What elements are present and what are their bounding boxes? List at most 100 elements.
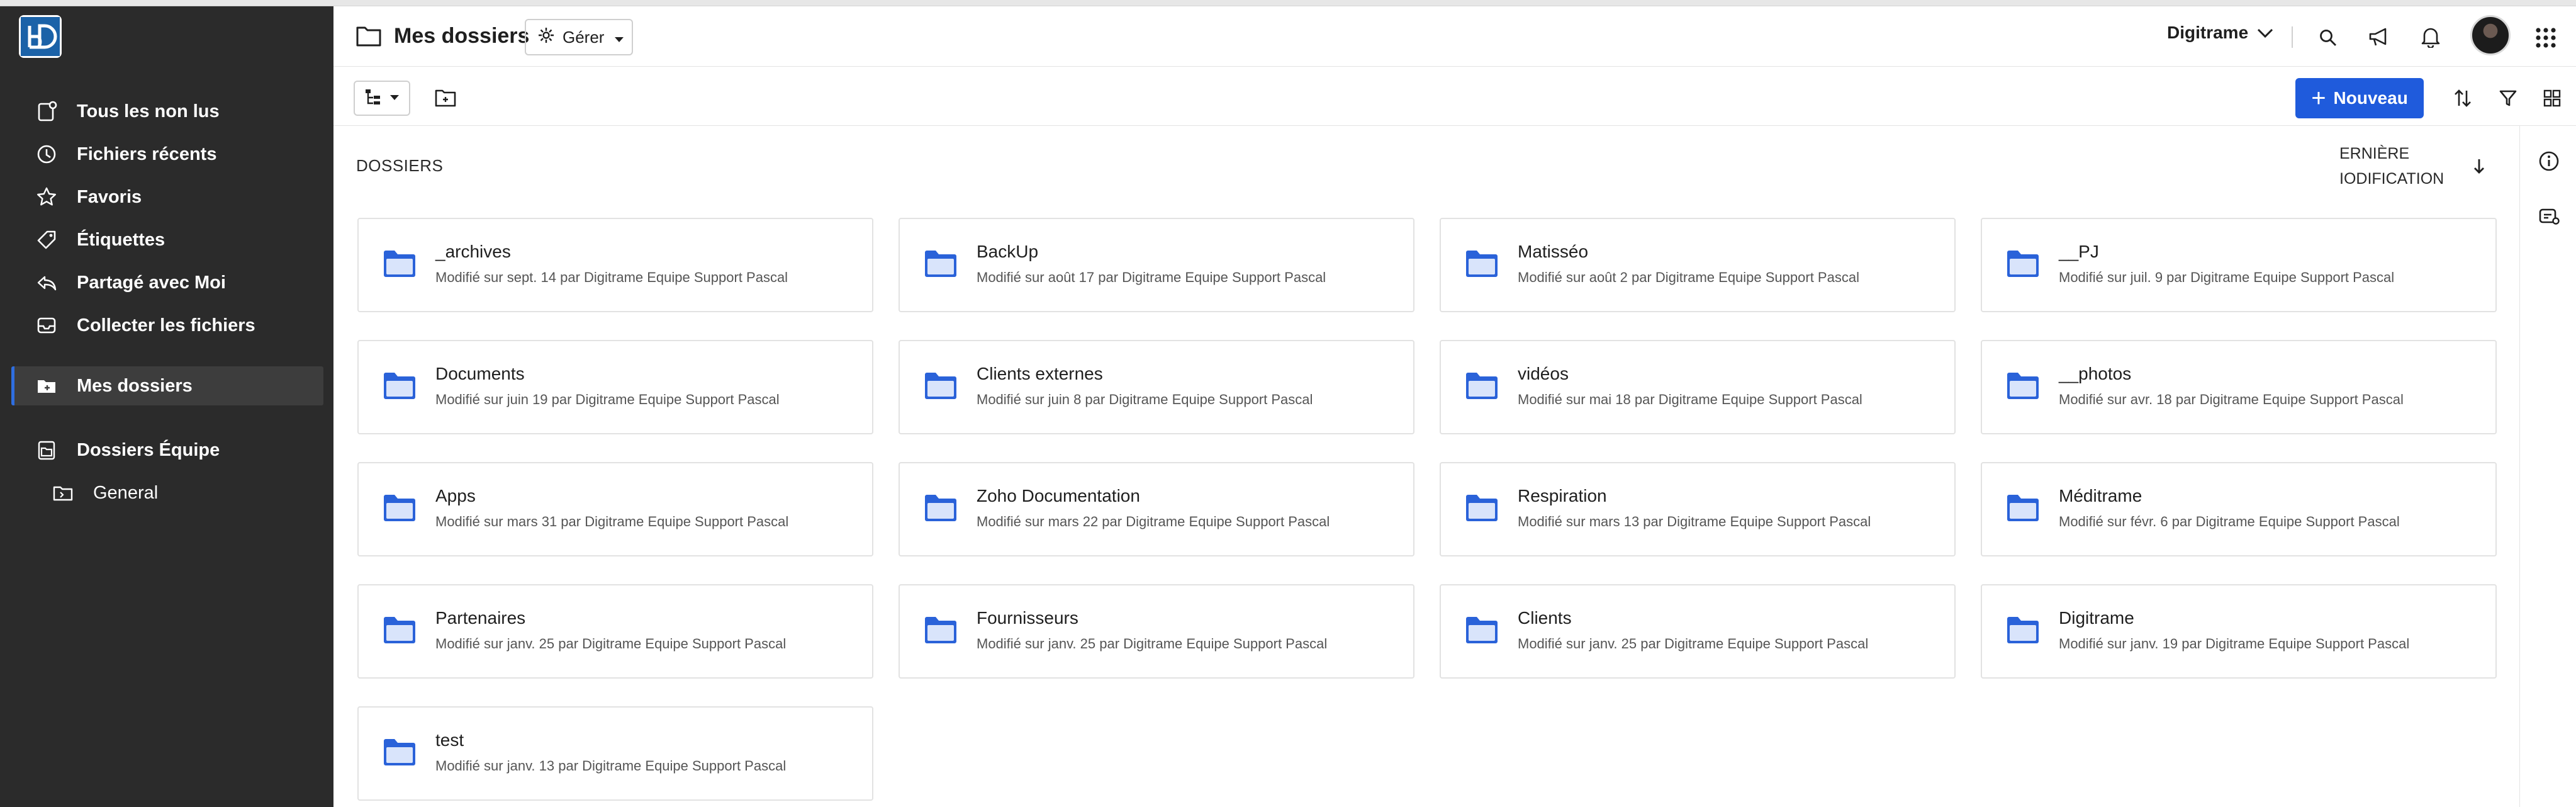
filter-icon[interactable] bbox=[2495, 86, 2521, 111]
folder-card[interactable]: Clients externes Modifié sur juin 8 par D… bbox=[899, 340, 1414, 434]
folder-meta: Modifié sur sept. 14 par Digitrame Equip… bbox=[435, 269, 788, 285]
sort-label-line: IODIFICATION bbox=[2339, 170, 2444, 188]
caret-down-icon bbox=[389, 93, 400, 104]
new-folder-icon[interactable] bbox=[432, 86, 459, 111]
folder-card[interactable]: Apps Modifié sur mars 31 par Digitrame Eq… bbox=[357, 462, 873, 556]
folder-icon bbox=[383, 494, 417, 526]
folder-card[interactable]: test Modifié sur janv. 13 par Digitrame E… bbox=[357, 706, 873, 801]
folder-name: Zoho Documentation bbox=[977, 486, 1140, 505]
folder-card[interactable]: _archives Modifié sur sept. 14 par Digitr… bbox=[357, 218, 873, 312]
sort-label-line: ERNIÈRE bbox=[2339, 145, 2410, 162]
tree-view-button[interactable] bbox=[354, 81, 410, 116]
folder-meta: Modifié sur mars 22 par Digitrame Equipe… bbox=[977, 514, 1330, 529]
folder-icon bbox=[924, 249, 958, 281]
folder-icon bbox=[383, 616, 417, 648]
grid-view-icon[interactable] bbox=[2540, 86, 2565, 111]
folder-card[interactable]: Documents Modifié sur juin 19 par Digitra… bbox=[357, 340, 873, 434]
folder-card[interactable]: Digitrame Modifié sur janv. 19 par Digitr… bbox=[1981, 584, 2497, 679]
folder-card[interactable]: Fournisseurs Modifié sur janv. 25 par Dig… bbox=[899, 584, 1414, 679]
folder-name: Matisséo bbox=[1518, 242, 1589, 261]
folder-card[interactable]: Respiration Modifié sur mars 13 par Digit… bbox=[1440, 462, 1956, 556]
folder-name: test bbox=[435, 730, 464, 750]
folder-icon bbox=[383, 249, 417, 281]
folder-icon bbox=[924, 616, 958, 648]
folder-meta: Modifié sur juin 8 par Digitrame Equipe … bbox=[977, 392, 1313, 407]
org-switcher[interactable]: Digitrame bbox=[2167, 23, 2273, 43]
page-title: Mes dossiers bbox=[394, 24, 530, 48]
folder-icon bbox=[34, 373, 59, 398]
sidebar-item-favorites[interactable]: Favoris bbox=[11, 178, 323, 217]
sidebar-item-team-folders[interactable]: Dossiers Équipe bbox=[11, 431, 323, 470]
folder-meta: Modifié sur avr. 18 par Digitrame Equipe… bbox=[2059, 392, 2404, 407]
search-icon[interactable] bbox=[2316, 25, 2341, 50]
sidebar: Tous les non lus Fichiers récents Favori… bbox=[0, 6, 333, 807]
folder-meta: Modifié sur janv. 13 par Digitrame Equip… bbox=[435, 758, 787, 774]
sort-label[interactable]: ERNIÈRE IODIFICATION bbox=[2339, 141, 2453, 191]
sort-icon[interactable] bbox=[2450, 86, 2475, 111]
sidebar-item-my-folders[interactable]: Mes dossiers bbox=[11, 366, 323, 405]
browser-top-strip bbox=[0, 0, 2576, 6]
folder-card[interactable]: Matisséo Modifié sur août 2 par Digitrame… bbox=[1440, 218, 1956, 312]
org-name: Digitrame bbox=[2167, 23, 2249, 42]
sidebar-item-tags[interactable]: Étiquettes bbox=[11, 220, 323, 259]
sidebar-item-label: Tous les non lus bbox=[77, 101, 220, 121]
folder-name: Clients bbox=[1518, 608, 1572, 628]
sidebar-item-label: Collecter les fichiers bbox=[77, 315, 255, 336]
folder-meta: Modifié sur mai 18 par Digitrame Equipe … bbox=[1518, 392, 1862, 407]
folder-card[interactable]: __photos Modifié sur avr. 18 par Digitram… bbox=[1981, 340, 2497, 434]
main-area: Mes dossiers Gérer Digitrame + Nouveau D… bbox=[333, 6, 2576, 807]
folder-meta: Modifié sur janv. 25 par Digitrame Equip… bbox=[1518, 636, 1869, 652]
folder-icon bbox=[1465, 371, 1499, 404]
folder-card[interactable]: __PJ Modifié sur juil. 9 par Digitrame Eq… bbox=[1981, 218, 2497, 312]
folder-card[interactable]: BackUp Modifié sur août 17 par Digitrame … bbox=[899, 218, 1414, 312]
folder-card[interactable]: Clients Modifié sur janv. 25 par Digitram… bbox=[1440, 584, 1956, 679]
arrow-down-icon[interactable] bbox=[2472, 157, 2487, 178]
folder-meta: Modifié sur juin 19 par Digitrame Equipe… bbox=[435, 392, 780, 407]
folder-meta: Modifié sur juil. 9 par Digitrame Equipe… bbox=[2059, 269, 2395, 285]
header-divider bbox=[2292, 26, 2293, 48]
info-icon[interactable] bbox=[2536, 149, 2562, 174]
folder-name: __photos bbox=[2059, 364, 2132, 383]
folder-name: Méditrame bbox=[2059, 486, 2142, 505]
folder-icon bbox=[383, 371, 417, 404]
folder-meta: Modifié sur févr. 6 par Digitrame Equipe… bbox=[2059, 514, 2400, 529]
sidebar-item-general[interactable]: General bbox=[11, 473, 323, 512]
folder-icon bbox=[1465, 249, 1499, 281]
sidebar-item-label: General bbox=[93, 482, 159, 503]
subfolder-icon bbox=[50, 480, 76, 505]
chevron-down-icon bbox=[2257, 23, 2273, 43]
sidebar-item-recent[interactable]: Fichiers récents bbox=[11, 135, 323, 174]
folder-name: Respiration bbox=[1518, 486, 1607, 505]
folder-outline-icon bbox=[355, 24, 383, 49]
app-logo[interactable] bbox=[19, 15, 62, 58]
folder-icon bbox=[2006, 249, 2040, 281]
section-label: DOSSIERS bbox=[356, 156, 444, 175]
folder-name: Clients externes bbox=[977, 364, 1103, 383]
apps-grid-icon[interactable] bbox=[2532, 24, 2560, 52]
bell-icon[interactable] bbox=[2417, 24, 2444, 50]
activity-icon[interactable] bbox=[2536, 204, 2562, 229]
folder-card[interactable]: Méditrame Modifié sur févr. 6 par Digitra… bbox=[1981, 462, 2497, 556]
manage-button[interactable]: Gérer bbox=[525, 19, 633, 55]
folder-card[interactable]: Zoho Documentation Modifié sur mars 22 pa… bbox=[899, 462, 1414, 556]
sidebar-item-label: Partagé avec Moi bbox=[77, 272, 226, 293]
folder-icon bbox=[1465, 494, 1499, 526]
folder-name: __PJ bbox=[2059, 242, 2099, 261]
folder-meta: Modifié sur mars 31 par Digitrame Equipe… bbox=[435, 514, 789, 529]
sidebar-item-collect[interactable]: Collecter les fichiers bbox=[11, 306, 323, 345]
manage-label: Gérer bbox=[563, 27, 605, 47]
sidebar-item-label: Dossiers Équipe bbox=[77, 439, 220, 460]
gear-icon bbox=[537, 26, 555, 48]
avatar[interactable] bbox=[2470, 15, 2511, 55]
sidebar-item-unread[interactable]: Tous les non lus bbox=[11, 92, 323, 131]
folder-card[interactable]: Partenaires Modifié sur janv. 25 par Digi… bbox=[357, 584, 873, 679]
folder-icon bbox=[924, 371, 958, 404]
announcement-icon[interactable] bbox=[2366, 24, 2394, 50]
sidebar-item-label: Étiquettes bbox=[77, 229, 165, 250]
top-header: Mes dossiers Gérer Digitrame bbox=[333, 6, 2576, 67]
folder-card[interactable]: vidéos Modifié sur mai 18 par Digitrame E… bbox=[1440, 340, 1956, 434]
unread-doc-icon bbox=[34, 99, 59, 124]
sidebar-item-shared[interactable]: Partagé avec Moi bbox=[11, 263, 323, 302]
folder-meta: Modifié sur janv. 25 par Digitrame Equip… bbox=[977, 636, 1328, 652]
new-button[interactable]: + Nouveau bbox=[2295, 78, 2424, 118]
